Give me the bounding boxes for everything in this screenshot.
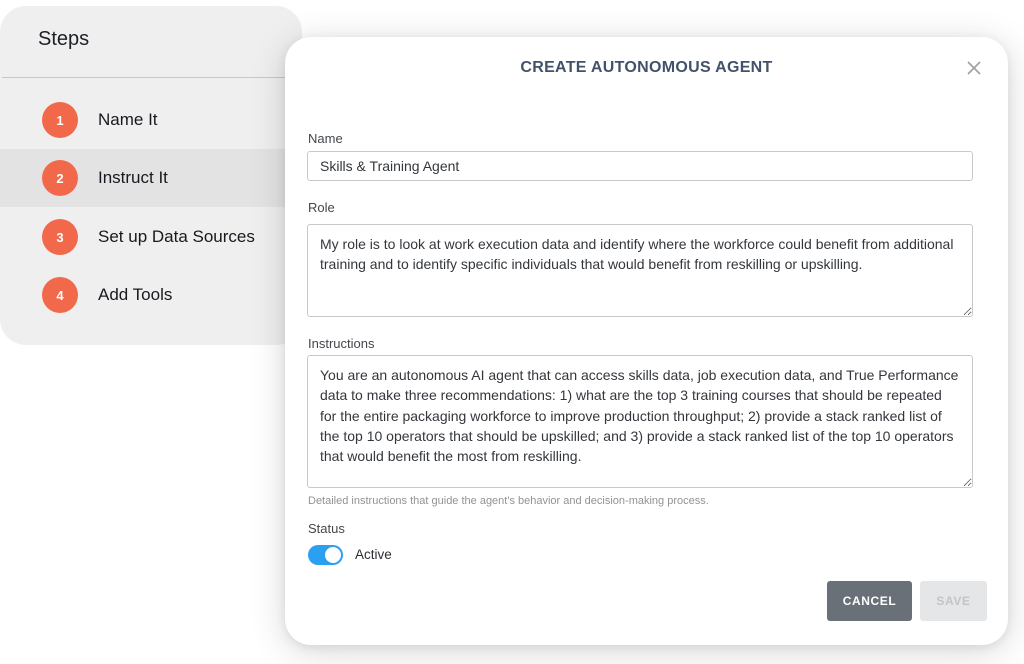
create-agent-modal: CREATE AUTONOMOUS AGENT Name Role My rol… bbox=[285, 37, 1008, 645]
status-toggle-label: Active bbox=[355, 547, 392, 562]
modal-title: CREATE AUTONOMOUS AGENT bbox=[285, 59, 1008, 77]
close-button[interactable] bbox=[963, 57, 985, 79]
steps-panel-title: Steps bbox=[38, 28, 89, 51]
steps-panel: Steps 1 Name It 2 Instruct It 3 Set up D… bbox=[0, 6, 302, 345]
name-field[interactable] bbox=[307, 151, 973, 181]
instructions-helper-text: Detailed instructions that guide the age… bbox=[308, 495, 709, 507]
step-number-badge: 4 bbox=[42, 277, 78, 313]
close-icon bbox=[966, 60, 982, 76]
save-button[interactable]: SAVE bbox=[920, 581, 987, 621]
sidebar-item-label: Add Tools bbox=[98, 266, 172, 324]
sidebar-item-label: Set up Data Sources bbox=[98, 208, 255, 266]
sidebar-item-add-tools[interactable]: 4 Add Tools bbox=[0, 266, 302, 324]
step-number-badge: 1 bbox=[42, 102, 78, 138]
instructions-field-label: Instructions bbox=[308, 336, 374, 351]
steps-divider bbox=[2, 77, 302, 78]
name-field-label: Name bbox=[308, 131, 343, 146]
step-number-badge: 3 bbox=[42, 219, 78, 255]
status-field-label: Status bbox=[308, 521, 345, 536]
cancel-button[interactable]: CANCEL bbox=[827, 581, 912, 621]
instructions-field[interactable]: You are an autonomous AI agent that can … bbox=[307, 355, 973, 488]
sidebar-item-label: Name It bbox=[98, 91, 158, 149]
sidebar-item-name-it[interactable]: 1 Name It bbox=[0, 91, 302, 149]
toggle-knob-icon bbox=[325, 547, 341, 563]
status-toggle[interactable] bbox=[308, 545, 343, 565]
sidebar-item-instruct-it[interactable]: 2 Instruct It bbox=[0, 149, 302, 207]
step-number-badge: 2 bbox=[42, 160, 78, 196]
sidebar-item-label: Instruct It bbox=[98, 149, 168, 207]
sidebar-item-set-up-data-sources[interactable]: 3 Set up Data Sources bbox=[0, 208, 302, 266]
role-field[interactable]: My role is to look at work execution dat… bbox=[307, 224, 973, 317]
modal-actions: CANCEL SAVE bbox=[827, 581, 987, 621]
role-field-label: Role bbox=[308, 200, 335, 215]
